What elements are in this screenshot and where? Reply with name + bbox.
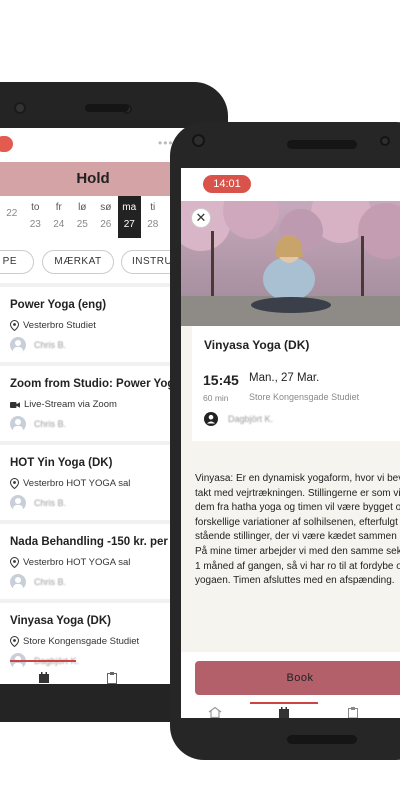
class-instructor: Chris B. [10, 337, 66, 353]
avatar [10, 495, 26, 511]
front-phone-bottom-speaker [287, 735, 357, 744]
class-venue: Store Kongensgade Studiet [249, 392, 360, 402]
class-info-card: Vinyasa Yoga (DK) 15:45 60 min Man., 27 … [192, 326, 400, 441]
filter-type-chip[interactable]: PE [0, 250, 34, 274]
location-pin-icon [10, 320, 19, 331]
back-phone-speaker [85, 104, 129, 112]
class-title: HOT Yin Yoga (DK) [10, 457, 113, 469]
location-text: Store Kongensgade Studiet [23, 636, 140, 647]
calendar-icon[interactable] [278, 707, 290, 718]
avatar [10, 416, 26, 432]
status-time: 14:01 [203, 175, 251, 193]
class-title: Power Yoga (eng) [10, 299, 107, 311]
class-location: Store Kongensgade Studiet [10, 636, 139, 647]
duration: 60 min [203, 393, 229, 403]
active-tab-indicator [10, 660, 76, 662]
clipboard-icon[interactable] [347, 707, 359, 718]
front-phone-sensor [380, 136, 390, 146]
class-instructor: Chris B. [10, 574, 66, 590]
class-date: Man., 27 Mar. [249, 372, 320, 384]
instructor-name: Chris B. [34, 419, 67, 429]
close-icon[interactable]: ✕ [191, 208, 211, 228]
class-title: Zoom from Studio: Power Yoga ... [10, 378, 194, 390]
class-location: Vesterbro HOT YOGA sal [10, 557, 130, 568]
person-icon [204, 412, 218, 426]
class-location: Live-Stream via Zoom [10, 399, 117, 410]
location-text: Vesterbro HOT YOGA sal [23, 478, 131, 489]
start-time: 15:45 [203, 372, 239, 388]
status-indicator [0, 136, 13, 152]
back-phone-camera [14, 102, 26, 114]
day-item-selected[interactable]: ma 27 [117, 196, 141, 238]
location-pin-icon [10, 636, 19, 647]
location-text: Vesterbro HOT YOGA sal [23, 557, 131, 568]
location-text: Vesterbro Studiet [23, 320, 96, 331]
day-item[interactable]: fr 24 [47, 196, 71, 238]
location-pin-icon [10, 478, 19, 489]
video-camera-icon [10, 401, 20, 408]
class-instructor: Chris B. [10, 495, 66, 511]
class-title: Vinyasa Yoga (DK) [204, 338, 310, 352]
home-icon[interactable] [208, 707, 222, 718]
class-location: Vesterbro HOT YOGA sal [10, 478, 130, 489]
screenshot-stage: ••• Hold 22 to 23 fr 24 lø 25 sø 26 ma 27 ti 2… [0, 0, 400, 800]
class-location: Vesterbro Studiet [10, 320, 96, 331]
day-item[interactable]: sø 26 [94, 196, 118, 238]
avatar [10, 337, 26, 353]
instructor-name: Chris B. [34, 577, 67, 587]
calendar-icon[interactable] [38, 672, 50, 684]
day-item[interactable]: ti 28 [141, 196, 165, 238]
status-bar: 14:01 [181, 168, 400, 201]
class-instructor: Chris B. [10, 416, 66, 432]
class-description: Vinyasa: Er en dynamisk yogaform, hvor v… [195, 473, 400, 587]
front-phone-speaker [287, 140, 357, 149]
day-item[interactable]: 22 [0, 196, 24, 238]
day-item[interactable]: lø 25 [71, 196, 95, 238]
active-tab-indicator [250, 702, 318, 704]
class-title: Vinyasa Yoga (DK) [10, 615, 111, 627]
avatar [10, 574, 26, 590]
location-text: Live-Stream via Zoom [24, 399, 117, 410]
instructor-name: Dagbjört K. [228, 414, 274, 424]
class-hero-image [181, 201, 400, 326]
clipboard-icon[interactable] [106, 672, 118, 684]
front-phone-camera [192, 134, 205, 147]
location-pin-icon [10, 557, 19, 568]
day-item[interactable]: to 23 [24, 196, 48, 238]
book-button[interactable]: Book [195, 661, 400, 695]
instructor-name: Chris B. [34, 498, 67, 508]
class-instructor: Dagbjört K. [204, 412, 273, 426]
instructor-name: Chris B. [34, 340, 67, 350]
yoga-instructor-photo [181, 201, 400, 326]
filter-tag-chip[interactable]: MÆRKAT [42, 250, 114, 274]
front-phone-screen: 14:01 ✕ Vinyasa Yoga (DK) 15:45 60 min M… [181, 168, 400, 718]
